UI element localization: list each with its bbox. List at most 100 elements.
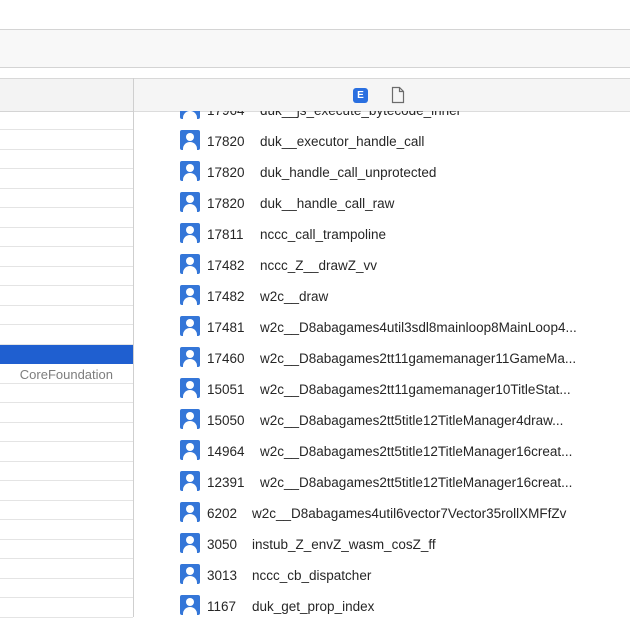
user-code-icon: [180, 161, 200, 181]
user-code-icon: [180, 378, 200, 398]
call-tree-row[interactable]: [0, 579, 133, 598]
call-tree-list: CoreFoundation: [0, 111, 133, 618]
stack-frame-row[interactable]: 17820 duk__executor_handle_call: [134, 126, 630, 156]
stack-frame-row[interactable]: 17482 w2c__draw: [134, 281, 630, 311]
user-code-icon: [180, 316, 200, 336]
stack-frame-row[interactable]: 17820 duk__handle_call_raw: [134, 188, 630, 218]
document-icon[interactable]: [391, 86, 405, 104]
user-code-icon: [180, 285, 200, 305]
symbol-name: duk__executor_handle_call: [260, 134, 425, 149]
call-tree-row[interactable]: [0, 384, 133, 403]
user-code-icon: [180, 223, 200, 243]
user-code-icon: [180, 440, 200, 460]
symbol-name: nccc_Z__drawZ_vv: [260, 258, 378, 273]
call-tree-row[interactable]: [0, 111, 133, 130]
call-tree-row[interactable]: [0, 443, 133, 462]
window-toolbar: [0, 0, 630, 30]
call-tree-row[interactable]: CoreFoundation: [0, 365, 133, 384]
call-tree-row[interactable]: [0, 404, 133, 423]
symbol-name: duk__js_execute_bytecode_inner: [260, 111, 461, 118]
call-tree-row[interactable]: [0, 287, 133, 306]
sample-count: 15051: [207, 382, 245, 397]
extended-detail-button[interactable]: E: [353, 88, 368, 103]
sample-count: 17820: [207, 196, 245, 211]
user-code-icon: [180, 347, 200, 367]
sample-count: 3013: [207, 568, 238, 583]
stack-frame-row[interactable]: 1167 duk_get_prop_index: [134, 591, 630, 617]
call-tree-row[interactable]: [0, 306, 133, 325]
stack-frame-row[interactable]: 17811 nccc_call_trampoline: [134, 219, 630, 249]
symbol-name: w2c__D8abagames4util3sdl8mainloop8MainLo…: [260, 320, 577, 335]
sample-count: 17482: [207, 258, 245, 273]
stack-frame-row[interactable]: 14964 w2c__D8abagames2tt5title12TitleMana…: [134, 436, 630, 466]
call-tree-row[interactable]: [0, 170, 133, 189]
call-tree-row[interactable]: [0, 326, 133, 345]
call-tree-row[interactable]: [0, 501, 133, 520]
sample-count: 17820: [207, 134, 245, 149]
call-tree-row[interactable]: [0, 345, 133, 364]
sample-count: 3050: [207, 537, 238, 552]
stack-frame-row[interactable]: 12391 w2c__D8abagames2tt5title12TitleMana…: [134, 467, 630, 497]
symbol-name: nccc_cb_dispatcher: [252, 568, 372, 583]
sample-count: 14964: [207, 444, 245, 459]
symbol-name: w2c__D8abagames2tt11gamemanager10TitleSt…: [260, 382, 571, 397]
stack-frame-row[interactable]: 15051 w2c__D8abagames2tt11gamemanager10Ti…: [134, 374, 630, 404]
call-tree-row[interactable]: [0, 540, 133, 559]
heaviest-stack-trace: 17964 duk__js_execute_bytecode_inner 17820…: [134, 111, 630, 617]
stack-frame-row[interactable]: 3050 instub_Z_envZ_wasm_cosZ_ff: [134, 529, 630, 559]
symbol-name: w2c__D8abagames2tt5title12TitleManager16…: [260, 475, 573, 490]
sample-count: 17820: [207, 165, 245, 180]
library-name: CoreFoundation: [19, 366, 113, 382]
user-code-icon: [180, 564, 200, 584]
call-tree-row[interactable]: [0, 560, 133, 579]
user-code-icon: [180, 502, 200, 522]
filter-bar: [0, 30, 630, 68]
user-code-icon: [180, 595, 200, 615]
user-code-icon: [180, 254, 200, 274]
stack-frame-row[interactable]: 17964 duk__js_execute_bytecode_inner: [134, 111, 630, 125]
call-tree-row[interactable]: [0, 131, 133, 150]
call-tree-header: [0, 78, 133, 112]
call-tree-row[interactable]: [0, 248, 133, 267]
sample-count: 17964: [207, 111, 245, 118]
call-tree-row[interactable]: [0, 209, 133, 228]
inspector-header: E: [134, 78, 630, 112]
call-tree-row[interactable]: [0, 482, 133, 501]
stack-frame-row[interactable]: 17482 nccc_Z__drawZ_vv: [134, 250, 630, 280]
user-code-icon: [180, 130, 200, 150]
symbol-name: duk__handle_call_raw: [260, 196, 395, 211]
stack-frame-row[interactable]: 15050 w2c__D8abagames2tt5title12TitleMana…: [134, 405, 630, 435]
call-tree-row[interactable]: [0, 228, 133, 247]
stack-frame-row[interactable]: 17460 w2c__D8abagames2tt11gamemanager11Ga…: [134, 343, 630, 373]
call-tree-row[interactable]: [0, 423, 133, 442]
symbol-name: w2c__draw: [260, 289, 329, 304]
symbol-name: nccc_call_trampoline: [260, 227, 387, 242]
user-code-icon: [180, 111, 200, 119]
stack-frame-row[interactable]: 17820 duk_handle_call_unprotected: [134, 157, 630, 187]
user-code-icon: [180, 192, 200, 212]
symbol-name: duk_get_prop_index: [252, 599, 375, 614]
call-tree-row[interactable]: [0, 462, 133, 481]
call-tree-row[interactable]: [0, 189, 133, 208]
stack-frame-row[interactable]: 3013 nccc_cb_dispatcher: [134, 560, 630, 590]
user-code-icon: [180, 471, 200, 491]
call-tree-row[interactable]: [0, 150, 133, 169]
stack-frame-row[interactable]: 6202 w2c__D8abagames4util6vector7Vector35…: [134, 498, 630, 528]
symbol-name: w2c__D8abagames2tt5title12TitleManager4d…: [260, 413, 564, 428]
call-tree-row[interactable]: [0, 267, 133, 286]
call-tree-row[interactable]: [0, 521, 133, 540]
call-tree-row[interactable]: [0, 599, 133, 618]
symbol-name: w2c__D8abagames4util6vector7Vector35roll…: [252, 506, 567, 521]
sample-count: 17482: [207, 289, 245, 304]
symbol-name: w2c__D8abagames2tt5title12TitleManager16…: [260, 444, 573, 459]
user-code-icon: [180, 533, 200, 553]
sample-count: 17460: [207, 351, 245, 366]
sample-count: 6202: [207, 506, 238, 521]
user-code-icon: [180, 409, 200, 429]
stack-frame-row[interactable]: 17481 w2c__D8abagames4util3sdl8mainloop8M…: [134, 312, 630, 342]
symbol-name: w2c__D8abagames2tt11gamemanager11GameMa.…: [260, 351, 577, 366]
sample-count: 1167: [207, 599, 237, 614]
symbol-name: duk_handle_call_unprotected: [260, 165, 437, 180]
sample-count: 17811: [207, 227, 244, 242]
symbol-name: instub_Z_envZ_wasm_cosZ_ff: [252, 537, 436, 552]
